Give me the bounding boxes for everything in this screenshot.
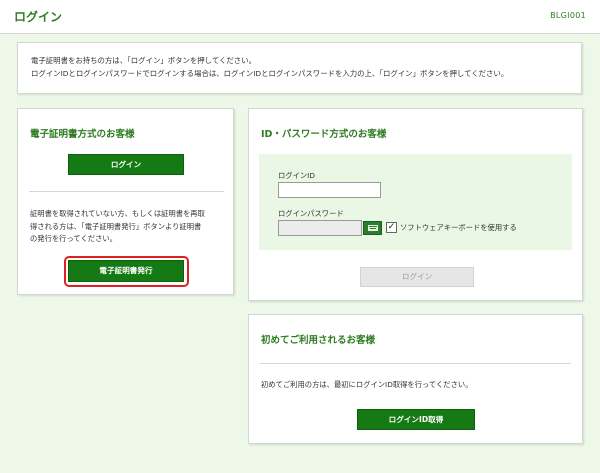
certificate-login-panel: 電子証明書方式のお客様 ログイン 証明書を取得されていない方、もしくは証明書を再… [17,108,234,295]
id-password-login-panel: ID・パスワード方式のお客様 ログインID ログインパスワード ✓ ソフトウェア… [248,108,583,301]
software-keyboard-label: ソフトウェアキーボードを使用する [400,223,517,232]
highlight-frame [64,256,189,287]
notice-line-2: ログインIDとログインパスワードでログインする場合は、ログインIDとログインパス… [31,69,509,78]
software-keyboard-checkbox[interactable]: ✓ [386,222,397,233]
login-id-label: ログインID [278,171,315,180]
notice-box: 電子証明書をお持ちの方は、「ログイン」ボタンを押してください。 ログインIDとロ… [17,42,582,94]
id-password-login-button[interactable]: ログイン [360,267,474,287]
software-keyboard-button[interactable] [363,221,382,235]
certificate-description-line: 得される方は、「電子証明書発行」ボタンより証明書 [30,221,202,231]
certificate-description-line: 証明書を取得されていない方、もしくは証明書を再取 [30,209,205,218]
password-input[interactable] [278,220,362,236]
page-title: ログイン [14,10,63,24]
certificate-panel-heading: 電子証明書方式のお客様 [30,129,135,140]
first-time-description: 初めてご利用の方は、最初にログインID取得を行ってください。 [261,380,473,389]
keyboard-icon [368,225,378,231]
login-form-area: ログインID ログインパスワード ✓ ソフトウェアキーボードを使用する [259,154,572,250]
certificate-description-line: の発行を行ってください。 [30,234,117,243]
panel-divider [29,191,224,192]
login-id-input[interactable] [278,182,381,198]
page-header: ログイン BLGI001 [0,0,600,34]
panel-divider [260,363,571,364]
certificate-login-button[interactable]: ログイン [68,154,184,175]
notice-line-1: 電子証明書をお持ちの方は、「ログイン」ボタンを押してください。 [31,56,256,65]
password-label: ログインパスワード [278,209,344,218]
id-password-panel-heading: ID・パスワード方式のお客様 [261,129,387,140]
screen-code: BLGI001 [550,11,586,20]
certificate-description: 証明書を取得されていない方、もしくは証明書を再取 得される方は、「電子証明書発行… [30,208,228,246]
first-time-user-panel: 初めてご利用されるお客様 初めてご利用の方は、最初にログインID取得を行ってくだ… [248,314,583,444]
get-login-id-button[interactable]: ログインID取得 [357,409,475,430]
first-time-panel-heading: 初めてご利用されるお客様 [261,335,376,346]
checkmark-icon: ✓ [387,222,396,232]
